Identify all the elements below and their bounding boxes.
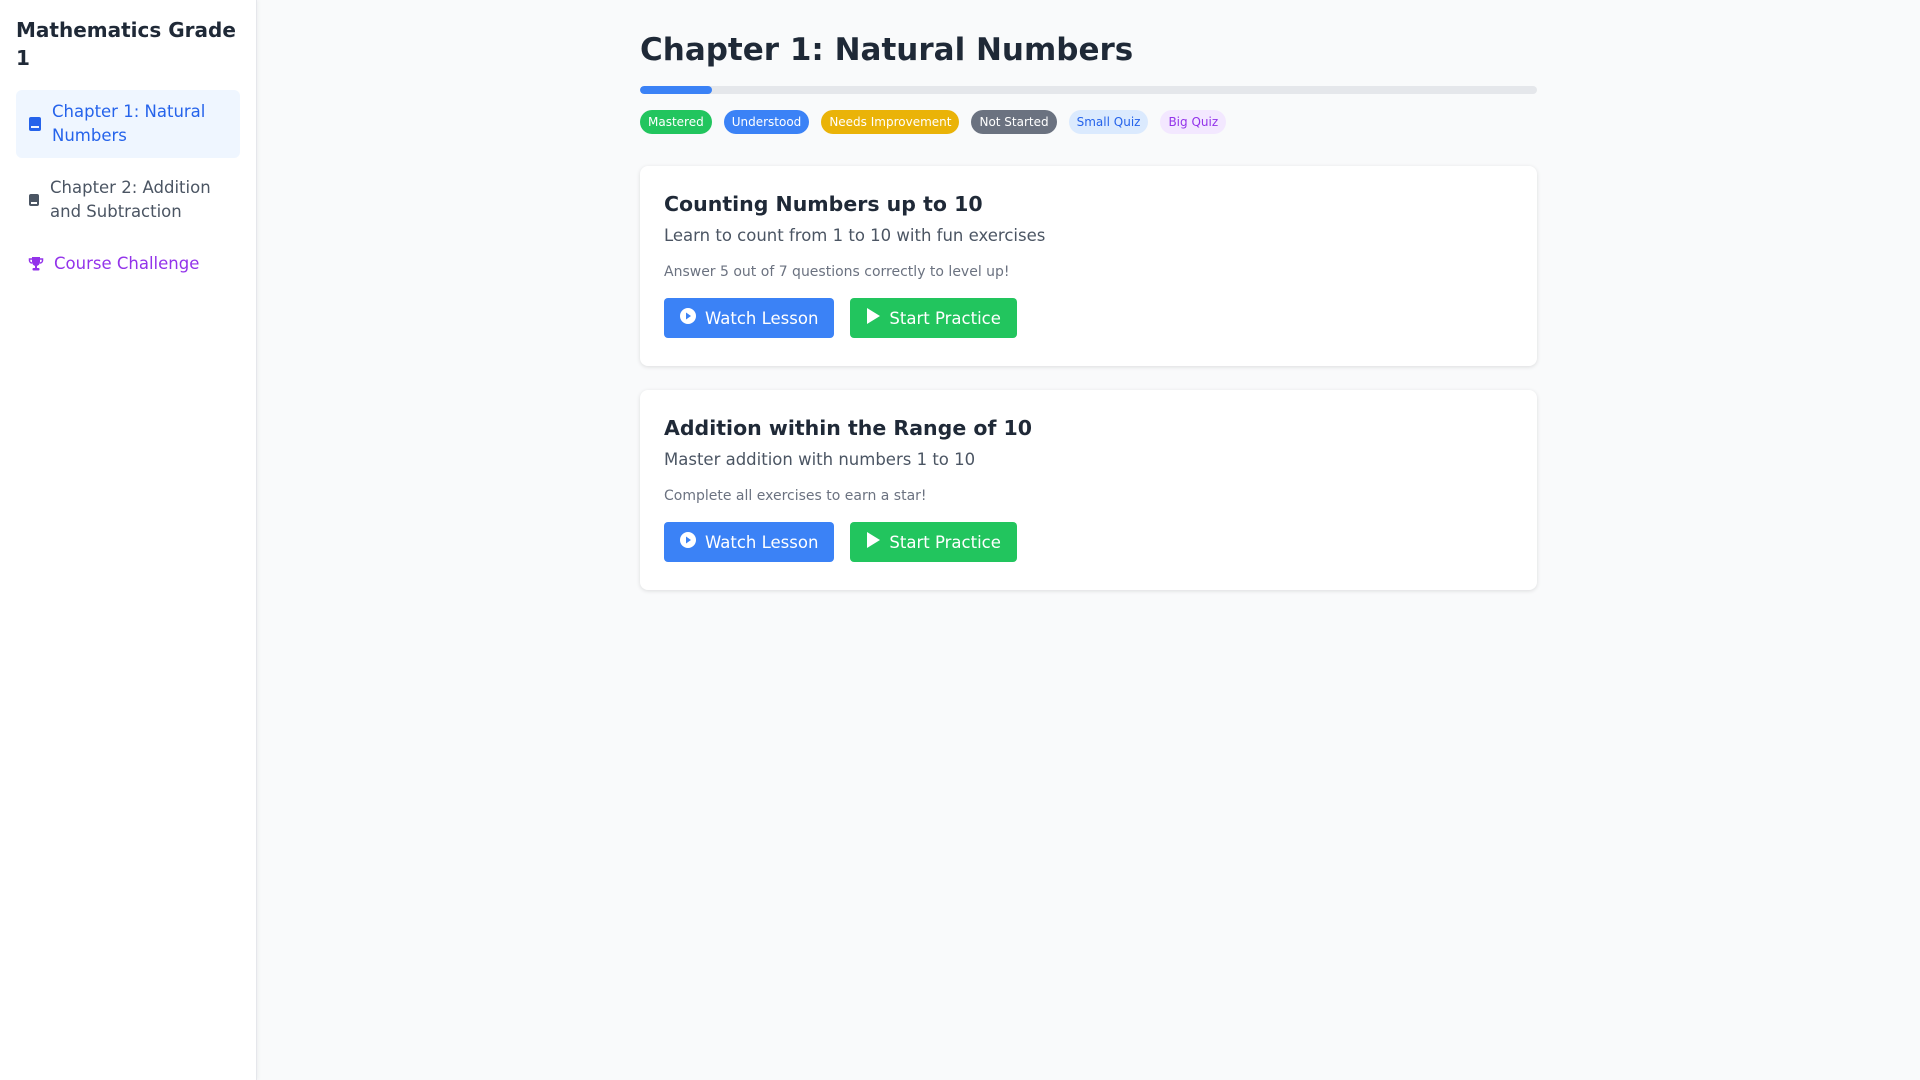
play-icon	[866, 308, 881, 328]
sidebar-item-label: Chapter 2: Addition and Subtraction	[50, 178, 211, 221]
start-practice-label: Start Practice	[889, 308, 1001, 328]
start-practice-button[interactable]: Start Practice	[850, 522, 1017, 562]
legend-badge-understood: Understood	[723, 110, 810, 134]
lesson-title: Counting Numbers up to 10	[664, 192, 983, 216]
legend-badge-needs-improvement: Needs Improvement	[821, 110, 960, 134]
watch-lesson-button[interactable]: Watch Lesson	[664, 522, 835, 562]
sidebar-item-course-challenge[interactable]: Course Challenge	[16, 242, 240, 286]
main-content: Chapter 1: Natural Numbers Mastered Unde…	[257, 0, 1920, 1080]
play-circle-icon	[680, 308, 696, 328]
lesson-card: Counting Numbers up to 10 Learn to count…	[640, 166, 1537, 366]
trophy-icon	[28, 256, 44, 272]
lesson-actions: Watch Lesson Start Practice	[664, 298, 1513, 338]
app-root: Mathematics Grade 1 Chapter 1: Natural N…	[0, 0, 1920, 1080]
watch-lesson-label: Watch Lesson	[705, 532, 819, 552]
sidebar-item-label: Course Challenge	[54, 254, 200, 273]
chapter-content: Chapter 1: Natural Numbers Mastered Unde…	[640, 28, 1537, 590]
sidebar: Mathematics Grade 1 Chapter 1: Natural N…	[0, 0, 257, 1080]
start-practice-button[interactable]: Start Practice	[850, 298, 1017, 338]
lesson-description: Master addition with numbers 1 to 10	[664, 450, 976, 469]
lesson-title: Addition within the Range of 10	[664, 416, 1033, 440]
chapter-progress-fill	[640, 86, 712, 94]
page-title: Chapter 1: Natural Numbers	[640, 32, 1134, 68]
legend-badge-mastered: Mastered	[640, 110, 712, 134]
watch-lesson-button[interactable]: Watch Lesson	[664, 298, 835, 338]
start-practice-label: Start Practice	[889, 532, 1001, 552]
sidebar-item-chapter-2[interactable]: Chapter 2: Addition and Subtraction	[16, 166, 240, 234]
lesson-description: Learn to count from 1 to 10 with fun exe…	[664, 226, 1046, 245]
lesson-hint: Answer 5 out of 7 questions correctly to…	[664, 264, 1010, 280]
watch-lesson-label: Watch Lesson	[705, 308, 819, 328]
legend-badge-big-quiz: Big Quiz	[1160, 110, 1227, 134]
play-icon	[866, 532, 881, 552]
book-icon	[28, 193, 40, 207]
status-legend: Mastered Understood Needs Improvement No…	[640, 110, 1537, 134]
lesson-card: Addition within the Range of 10 Master a…	[640, 390, 1537, 590]
legend-badge-not-started: Not Started	[971, 110, 1057, 134]
lesson-hint: Complete all exercises to earn a star!	[664, 488, 927, 504]
course-title: Mathematics Grade 1	[16, 18, 236, 70]
chapter-progress-bar	[640, 86, 1537, 94]
sidebar-item-chapter-1[interactable]: Chapter 1: Natural Numbers	[16, 90, 240, 158]
legend-badge-small-quiz: Small Quiz	[1068, 110, 1149, 134]
book-icon	[28, 116, 42, 132]
lesson-actions: Watch Lesson Start Practice	[664, 522, 1513, 562]
sidebar-item-label: Chapter 1: Natural Numbers	[52, 102, 206, 145]
play-circle-icon	[680, 532, 696, 552]
